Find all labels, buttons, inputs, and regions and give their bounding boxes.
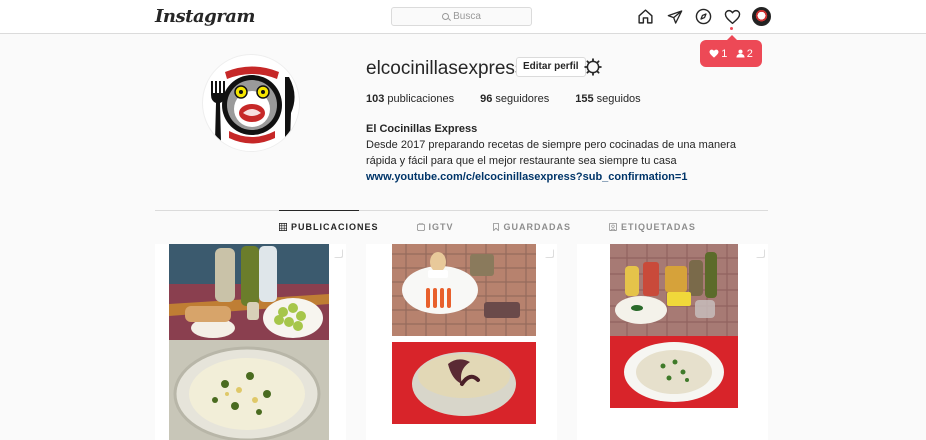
search-input[interactable]: Busca bbox=[391, 7, 532, 26]
tab-publicaciones[interactable]: PUBLICACIONES bbox=[279, 222, 379, 232]
tab-label: IGTV bbox=[428, 222, 454, 232]
followers-stat[interactable]: 96 seguidores bbox=[480, 93, 549, 105]
nav-icons bbox=[636, 7, 781, 26]
grid-icon bbox=[279, 223, 287, 231]
tab-guardadas[interactable]: GUARDADAS bbox=[492, 222, 572, 232]
active-tab-indicator bbox=[279, 210, 359, 211]
post-thumbnail[interactable] bbox=[577, 244, 768, 440]
explore-compass-icon[interactable] bbox=[694, 7, 713, 26]
post-image bbox=[577, 244, 768, 440]
profile-avatar-icon[interactable] bbox=[752, 7, 771, 26]
carousel-icon bbox=[755, 248, 764, 257]
likes-notification: 1 bbox=[709, 48, 727, 60]
activity-dot bbox=[730, 27, 733, 30]
following-label: seguidos bbox=[596, 93, 641, 105]
post-thumbnail[interactable] bbox=[366, 244, 557, 440]
post-thumbnail[interactable] bbox=[155, 244, 346, 440]
followers-label: seguidores bbox=[495, 93, 550, 105]
carousel-icon bbox=[544, 248, 553, 257]
tab-label: GUARDADAS bbox=[503, 222, 572, 232]
person-icon bbox=[736, 49, 745, 58]
bio-text: Desde 2017 preparando recetas de siempre… bbox=[366, 139, 736, 167]
profile-stats: 103 publicaciones 96 seguidores 155 segu… bbox=[366, 93, 667, 105]
following-stat[interactable]: 155 seguidos bbox=[575, 93, 640, 105]
profile-picture[interactable] bbox=[202, 54, 300, 152]
following-count: 155 bbox=[575, 93, 594, 105]
posts-stat: 103 publicaciones bbox=[366, 93, 454, 105]
tabs-divider bbox=[155, 210, 768, 211]
profile-tabs: PUBLICACIONES IGTV GUARDADAS ETIQUETADAS bbox=[279, 222, 734, 232]
search-placeholder: Busca bbox=[453, 11, 481, 22]
heart-icon bbox=[709, 49, 719, 58]
profile-username: elcocinillasexpress bbox=[366, 58, 525, 79]
followers-count: 96 bbox=[480, 93, 493, 105]
search-icon bbox=[442, 13, 450, 20]
profile-full-name: El Cocinillas Express bbox=[366, 123, 478, 135]
instagram-logo[interactable]: Instagram bbox=[155, 6, 255, 27]
igtv-icon bbox=[416, 223, 425, 231]
el-cocinillas-logo bbox=[204, 56, 299, 151]
post-image bbox=[366, 244, 557, 440]
follows-count: 2 bbox=[746, 47, 753, 60]
tab-label: ETIQUETADAS bbox=[621, 222, 696, 232]
tab-igtv[interactable]: IGTV bbox=[416, 222, 454, 232]
tab-etiquetadas[interactable]: ETIQUETADAS bbox=[609, 222, 696, 232]
carousel-icon bbox=[333, 248, 342, 257]
follows-notification: 2 bbox=[736, 48, 753, 60]
edit-profile-button[interactable]: Editar perfil bbox=[516, 57, 586, 77]
tag-icon bbox=[609, 223, 618, 231]
home-icon[interactable] bbox=[636, 7, 655, 26]
profile-bio: El Cocinillas Express Desde 2017 prepara… bbox=[366, 121, 766, 185]
bookmark-icon bbox=[492, 223, 499, 231]
avatar bbox=[752, 7, 771, 26]
post-image bbox=[155, 244, 346, 440]
activity-notification-bubble[interactable]: 1 2 bbox=[700, 35, 762, 67]
direct-message-icon[interactable] bbox=[665, 7, 684, 26]
posts-label: publicaciones bbox=[387, 93, 455, 105]
settings-gear-icon[interactable] bbox=[584, 58, 602, 76]
tab-label: PUBLICACIONES bbox=[291, 222, 379, 232]
posts-count: 103 bbox=[366, 93, 385, 105]
activity-heart-icon[interactable] bbox=[723, 7, 742, 26]
top-nav: Instagram Busca bbox=[0, 0, 926, 34]
likes-count: 1 bbox=[721, 47, 728, 60]
website-link[interactable]: www.youtube.com/c/elcocinillasexpress?su… bbox=[366, 169, 766, 185]
